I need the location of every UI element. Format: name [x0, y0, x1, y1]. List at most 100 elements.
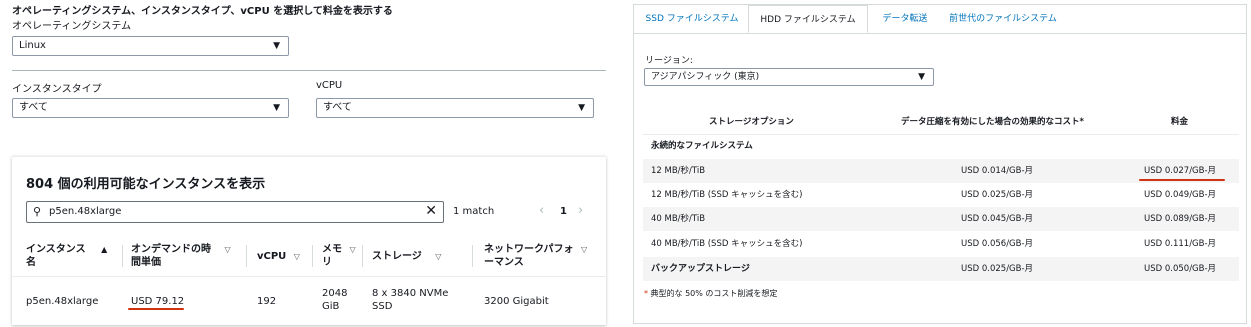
cell-price: USD 0.089/GB-月: [1144, 214, 1217, 224]
column-divider: [122, 245, 123, 267]
cell-price: USD 79.12: [131, 296, 185, 307]
instance-type-select-value: すべて: [19, 102, 48, 113]
cell-effective: USD 0.014/GB-月: [961, 166, 1034, 176]
header-text: オンデマンドの時: [131, 244, 211, 255]
vcpu-label: vCPU: [316, 80, 343, 91]
caret-down-icon: ▼: [578, 103, 585, 113]
divider: [12, 70, 606, 71]
header-text: ーマンス: [484, 257, 524, 268]
header-storage-option: ストレージオプション: [709, 117, 794, 127]
clear-icon[interactable]: ✕: [425, 201, 437, 221]
next-page-icon[interactable]: ›: [578, 203, 583, 218]
cell-memory: 2048 GiB: [322, 287, 347, 313]
memory-value: 2048: [322, 288, 348, 299]
column-header-network[interactable]: ネットワークパフォ ▽ ーマンス: [484, 243, 587, 269]
table-row: 12 MB/秒/TiB (SSD キャッシュを含む) USD 0.025/GB-…: [643, 183, 1239, 207]
sort-icon: ▽: [349, 245, 356, 254]
page-heading: オペレーティングシステム、インスタンスタイプ、vCPU を選択して料金を表示する: [12, 6, 393, 17]
sort-icon: ▽: [580, 245, 588, 254]
instance-type-label: インスタンスタイプ: [12, 84, 102, 95]
table-row-backup: バックアップストレージ USD 0.025/GB-月 USD 0.050/GB-…: [643, 257, 1239, 281]
cell-effective: USD 0.025/GB-月: [961, 264, 1034, 274]
tab-data-transfer[interactable]: データ転送: [872, 5, 938, 33]
price-underline: [128, 308, 184, 310]
storage-value: 8 x 3840 NVMe: [372, 288, 449, 299]
cell-storage: 8 x 3840 NVMe SSD: [372, 287, 448, 313]
column-header-price[interactable]: オンデマンドの時 ▽ 間単価: [131, 243, 231, 269]
instance-type-select[interactable]: すべて ▼: [12, 98, 289, 118]
footnote-text: 典型的な 50% のコスト削減を想定: [648, 289, 778, 298]
section-title: 永続的なファイルシステム: [651, 141, 753, 151]
cell-option: バックアップストレージ: [651, 264, 750, 274]
table-row: 40 MB/秒/TiB (SSD キャッシュを含む) USD 0.056/GB-…: [643, 232, 1239, 256]
os-select[interactable]: Linux ▼: [12, 36, 289, 56]
memory-unit: GiB: [322, 301, 340, 312]
header-text: ネットワークパフォ: [484, 244, 574, 255]
table-row: 12 MB/秒/TiB USD 0.014/GB-月 USD 0.027/GB-…: [643, 159, 1239, 183]
cell-vcpu: 192: [257, 296, 277, 307]
vcpu-select-value: すべて: [323, 102, 352, 113]
vcpu-select[interactable]: すべて ▼: [316, 98, 594, 118]
region-select-value: アジアパシフィック (東京): [651, 72, 760, 82]
region-select[interactable]: アジアパシフィック (東京) ▼: [644, 68, 934, 86]
page-number[interactable]: 1: [560, 206, 567, 217]
sort-icon: ▽: [224, 245, 231, 254]
sort-icon: ▽: [435, 252, 442, 261]
cell-effective: USD 0.056/GB-月: [961, 239, 1034, 249]
header-text: ストレージ: [372, 251, 422, 262]
search-input[interactable]: ⚲ p5en.48xlarge ✕: [26, 201, 444, 223]
instances-card: 804 個の利用可能なインスタンスを表示 ⚲ p5en.48xlarge ✕ 1…: [12, 156, 606, 325]
column-divider: [246, 245, 247, 267]
header-effective-cost: データ圧縮を有効にした場合の効果的なコスト*: [901, 117, 1084, 127]
region-label: リージョン:: [645, 56, 693, 66]
cell-price: USD 0.050/GB-月: [1144, 264, 1217, 274]
os-select-value: Linux: [19, 40, 46, 51]
header-text: 間単価: [131, 257, 161, 268]
caret-down-icon: ▼: [273, 41, 280, 51]
header-text: メモ: [322, 244, 342, 255]
caret-down-icon: ▼: [273, 103, 280, 113]
section-row-persistent: 永続的なファイルシステム: [643, 134, 1239, 158]
price-underline: [1139, 179, 1225, 181]
storage-type: SSD: [372, 301, 393, 312]
cell-network: 3200 Gigabit: [484, 296, 549, 307]
tab-bar: SSD ファイルシステム HDD ファイルシステム データ転送 前世代のファイル…: [634, 5, 1246, 34]
table-header: ストレージオプション データ圧縮を有効にした場合の効果的なコスト* 料金: [643, 110, 1239, 134]
cell-price: USD 0.049/GB-月: [1144, 190, 1217, 200]
cell-option: 12 MB/秒/TiB (SSD キャッシュを含む): [651, 190, 803, 200]
footnote: * 典型的な 50% のコスト削減を想定: [644, 288, 777, 299]
caret-down-icon: ▼: [918, 72, 925, 82]
sort-asc-icon: ▲: [101, 245, 108, 254]
search-icon: ⚲: [33, 205, 42, 218]
match-count: 1 match: [453, 206, 495, 217]
cell-effective: USD 0.025/GB-月: [961, 190, 1034, 200]
column-header-name[interactable]: インスタンス ▲ 名: [26, 243, 107, 269]
header-divider: [12, 276, 606, 277]
tab-ssd[interactable]: SSD ファイルシステム: [640, 5, 744, 33]
header-text: 名: [26, 257, 36, 268]
cell-effective: USD 0.045/GB-月: [961, 214, 1034, 224]
column-divider: [472, 245, 473, 267]
cell-option: 40 MB/秒/TiB (SSD キャッシュを含む): [651, 239, 803, 249]
column-header-vcpu[interactable]: vCPU ▽: [257, 250, 300, 263]
pricing-panel: SSD ファイルシステム HDD ファイルシステム データ転送 前世代のファイル…: [633, 4, 1247, 324]
column-header-storage[interactable]: ストレージ ▽: [372, 250, 441, 263]
tab-previous-gen[interactable]: 前世代のファイルシステム: [942, 5, 1064, 33]
column-divider: [312, 245, 313, 267]
table-row: 40 MB/秒/TiB USD 0.045/GB-月 USD 0.089/GB-…: [643, 207, 1239, 231]
prev-page-icon[interactable]: ‹: [539, 203, 544, 218]
cell-price: USD 0.111/GB-月: [1144, 239, 1217, 249]
header-text: インスタンス: [26, 244, 86, 255]
header-text: vCPU: [257, 251, 287, 262]
tab-hdd[interactable]: HDD ファイルシステム: [748, 5, 868, 33]
column-header-memory[interactable]: メモ ▽ リ: [322, 243, 356, 269]
cell-option: 12 MB/秒/TiB: [651, 166, 706, 176]
cell-name: p5en.48xlarge: [26, 296, 99, 307]
header-text: リ: [322, 257, 332, 268]
column-divider: [362, 245, 363, 267]
search-value: p5en.48xlarge: [49, 206, 122, 217]
sort-icon: ▽: [293, 252, 300, 261]
cell-option: 40 MB/秒/TiB: [651, 214, 706, 224]
os-label: オペレーティングシステム: [12, 21, 132, 32]
header-price: 料金: [1171, 117, 1189, 127]
